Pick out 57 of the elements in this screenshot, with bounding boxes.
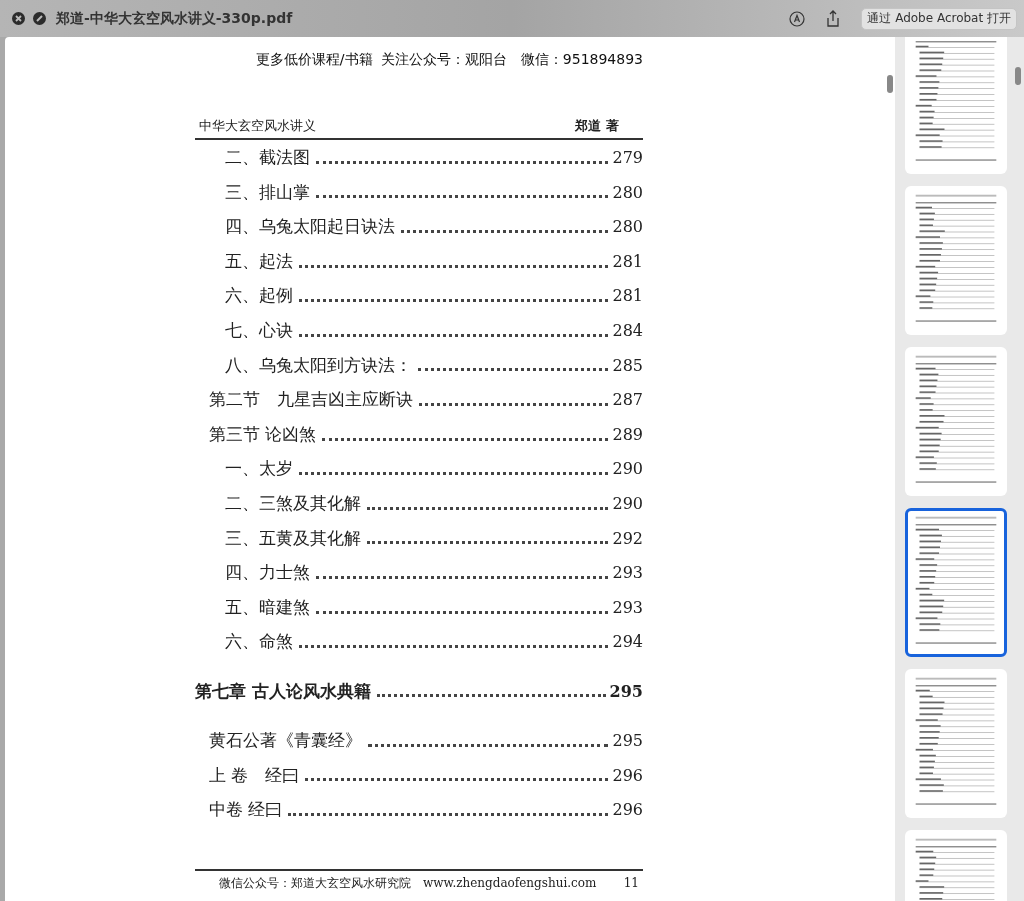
page-number: 295: [609, 680, 643, 703]
toc-entry-title: 七、心诀: [225, 318, 293, 342]
page-number: 290: [612, 458, 643, 481]
page-number: 290: [612, 492, 643, 515]
author-name: 郑道 著: [575, 117, 619, 135]
page-number: 289: [612, 423, 643, 446]
page-number: 293: [612, 596, 643, 619]
page-number: 287: [612, 389, 643, 412]
page-number: 280: [612, 181, 643, 204]
page-thumbnail[interactable]: [905, 37, 1007, 174]
window-title: 郑道-中华大玄空风水讲义-330p.pdf: [56, 9, 293, 28]
page-number: 296: [612, 764, 643, 787]
toc-entry-title: 第七章 古人论风水典籍: [195, 679, 371, 703]
scrollbar-thumb[interactable]: [887, 75, 893, 93]
footer-text: 微信公众号：郑道大玄空风水研究院: [219, 874, 411, 892]
page-thumbnail[interactable]: [905, 508, 1007, 657]
banner-text: 更多低价课程/书籍 关注公众号：观阳台 微信：951894893: [254, 51, 643, 69]
toc-entry-title: 五、暗建煞: [225, 595, 310, 619]
toc-entry-title: 三、排山掌: [225, 180, 310, 204]
slash-circle-icon[interactable]: [33, 12, 46, 25]
scrollbar-thumb[interactable]: [1015, 67, 1021, 85]
toc-entry-title: 六、起例: [225, 284, 293, 308]
open-in-app-button[interactable]: 通过 Adobe Acrobat 打开: [861, 7, 1017, 30]
page-thumbnail[interactable]: [905, 669, 1007, 818]
toc-entry-title: 第二节 九星吉凶主应断诀: [209, 388, 413, 412]
toc-entry-title: 中卷 经曰: [209, 798, 283, 822]
toc-entry-title: 三、五黄及其化解: [225, 526, 361, 550]
toc-entry-title: 五、起法: [225, 249, 293, 273]
page-number: 285: [612, 354, 643, 377]
page-thumbnail[interactable]: [905, 186, 1007, 335]
page-number: 296: [612, 799, 643, 822]
page-number: 294: [612, 631, 643, 654]
page-number: 281: [612, 250, 643, 273]
page-number: 281: [612, 285, 643, 308]
toc-entry-title: 上 卷 经曰: [209, 763, 300, 787]
footer-url: www.zhengdaofengshui.com: [423, 875, 598, 890]
close-icon[interactable]: [12, 12, 25, 25]
toc-entry-title: 六、命煞: [225, 630, 293, 654]
toc-entry-title: 一、太岁: [225, 457, 293, 481]
page-number: 284: [612, 319, 643, 342]
toc-entry-title: 八、乌兔太阳到方诀法：: [225, 353, 412, 377]
toc-entry-title: 四、力士煞: [225, 561, 310, 585]
toc-entry-title: 第三节 论凶煞: [209, 422, 317, 446]
markup-icon[interactable]: [789, 10, 806, 27]
running-title: 中华大玄空风水讲义: [199, 117, 316, 135]
page-number: 295: [612, 729, 643, 752]
page-number: 279: [612, 147, 643, 169]
toc-entry-title: 四、乌兔太阳起日诀法: [225, 215, 395, 239]
page-number: 293: [612, 562, 643, 585]
toc-entry-title: 二、截法图: [225, 146, 310, 169]
page-number: 280: [612, 216, 643, 239]
share-icon[interactable]: [825, 10, 842, 27]
toc-entry-title: 黄石公著《青囊经》: [209, 728, 362, 752]
page-number: 292: [612, 527, 643, 550]
toc-entry-title: 二、三煞及其化解: [225, 491, 361, 515]
page-thumbnail[interactable]: [905, 347, 1007, 496]
folio-number: 11: [623, 875, 639, 890]
